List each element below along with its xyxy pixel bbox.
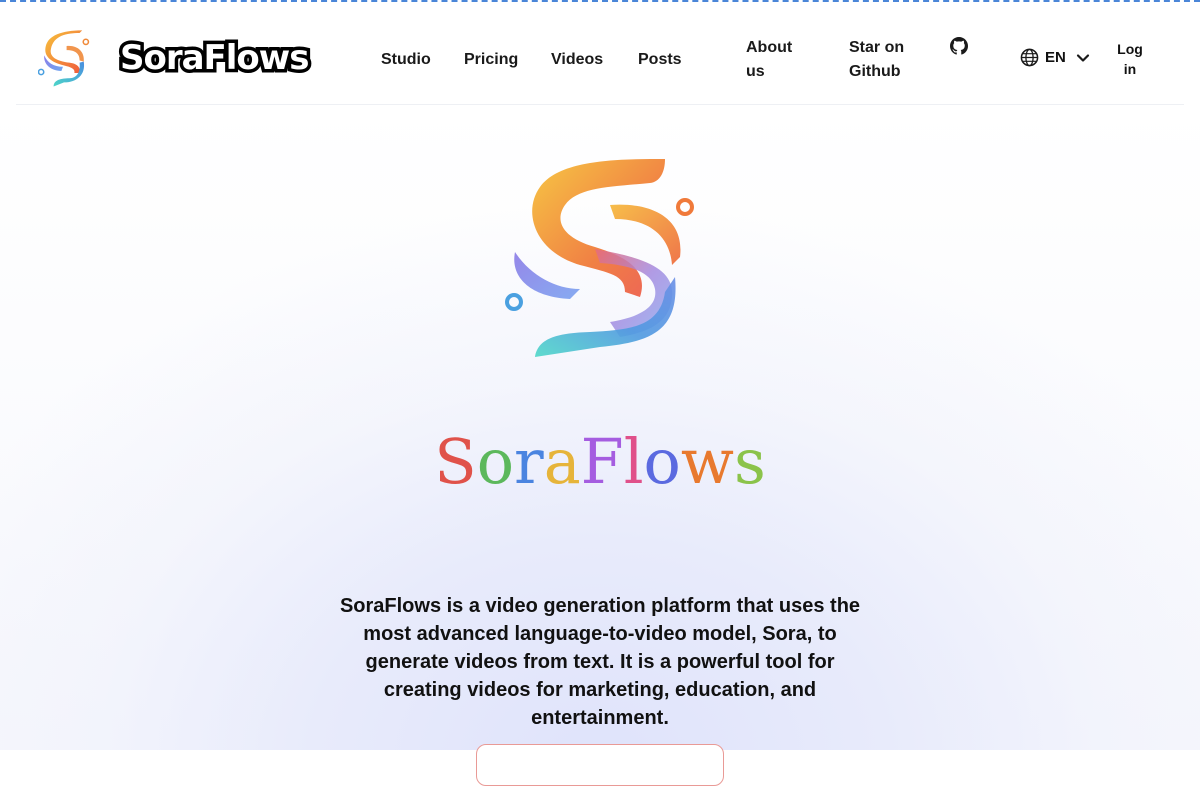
language-code: EN [1045,49,1066,66]
hero-title-letter: w [680,425,734,498]
logo-icon[interactable] [38,30,90,88]
hero-title-letter: F [580,425,624,498]
nav-star-on-github[interactable]: Star on Github [849,36,919,84]
github-icon[interactable] [950,37,968,55]
hero-title: SoraFlows [0,425,1200,498]
nav-posts[interactable]: Posts [638,48,682,72]
nav-studio[interactable]: Studio [381,48,431,72]
cta-button[interactable] [476,744,724,786]
globe-icon [1020,48,1039,67]
hero-logo-icon [505,159,694,357]
hero-title-letter: l [623,425,644,498]
language-selector[interactable]: EN [1020,48,1090,67]
hero-title-letter: o [643,425,681,498]
hero-description: SoraFlows is a video generation platform… [339,595,861,729]
hero-title-letter: S [434,425,477,498]
hero-section: SoraFlows SoraFlows is a video generatio… [0,105,1200,786]
chevron-down-icon [1076,53,1089,62]
nav-videos[interactable]: Videos [551,48,603,72]
hero-title-letter: s [733,425,766,498]
brand-name[interactable]: SoraFlows [116,35,312,82]
nav-about-us[interactable]: About us [746,36,806,84]
hero-title-letter: r [514,425,544,498]
site-header: SoraFlows Studio Pricing Videos Posts Ab… [16,2,1184,105]
hero-title-letter: o [476,425,515,498]
hero-title-letter: a [543,425,581,498]
login-button[interactable]: Log in [1112,39,1148,79]
nav-pricing[interactable]: Pricing [464,48,518,72]
